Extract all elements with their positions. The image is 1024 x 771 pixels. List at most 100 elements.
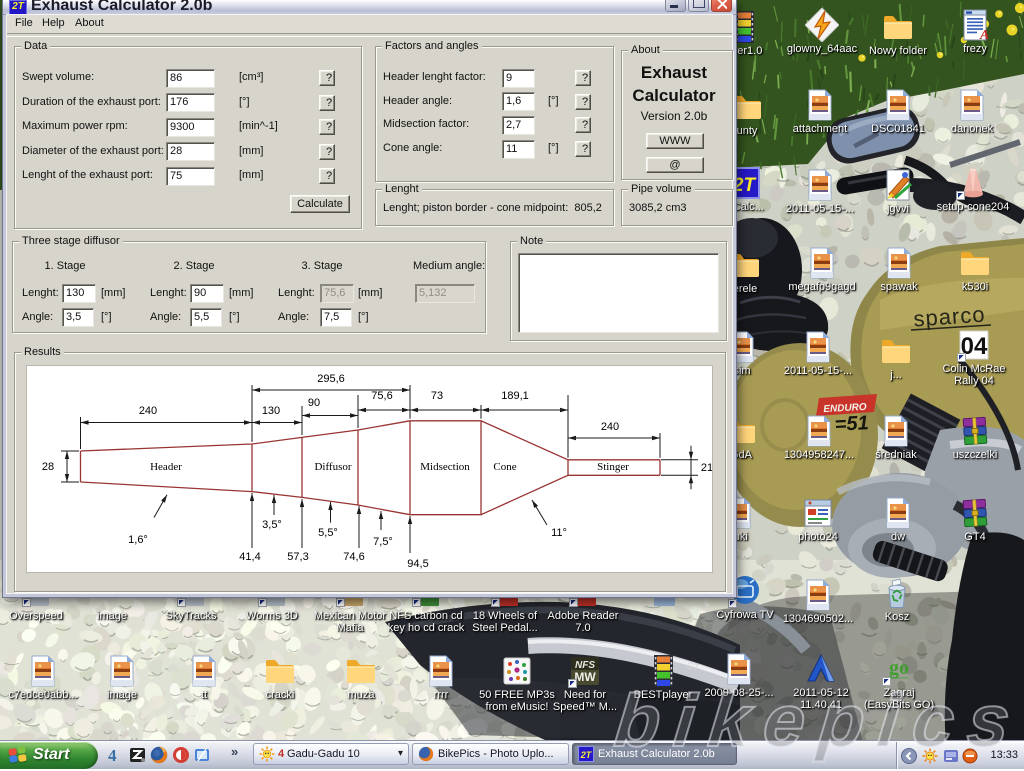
start-button[interactable]: Start bbox=[0, 742, 98, 769]
stage-length-input-0[interactable]: 130 bbox=[62, 284, 96, 303]
data-row-input-4[interactable]: 75 bbox=[166, 167, 215, 186]
data-row-help-button-4[interactable]: ? bbox=[319, 168, 335, 184]
tray-blue-app-icon[interactable] bbox=[943, 748, 959, 764]
desktop-icon-dsc01841[interactable]: DSC01841 bbox=[857, 88, 939, 135]
data-row-help-button-1[interactable]: ? bbox=[319, 95, 335, 111]
desktop-icon-spawak[interactable]: spawak bbox=[858, 246, 940, 293]
window-titlebar[interactable]: 2T Exhaust Calculator 2.0b bbox=[3, 0, 736, 15]
vdim-arrow-bottom-1 bbox=[689, 475, 693, 483]
note-textarea[interactable] bbox=[518, 253, 719, 333]
www-button[interactable]: WWW bbox=[646, 133, 704, 149]
task-label: Exhaust Calculator 2.0b bbox=[598, 748, 715, 760]
desktop-icon-label: 2011-05-15-... bbox=[777, 365, 859, 377]
desktop-icon-image[interactable]: image bbox=[71, 596, 153, 622]
icon-cmr04: 04 bbox=[957, 328, 991, 362]
task-dropdown-arrow[interactable]: ▾ bbox=[398, 748, 403, 759]
desktop-icon-jgvvi[interactable]: jgvvi bbox=[857, 168, 939, 215]
desktop-icon-need-for-speed-m-[interactable]: NFSMWNeed for Speed™ M... bbox=[544, 654, 626, 713]
desktop-icon-colin-mcrae-rally-04[interactable]: 04Colin McRae Rally 04 bbox=[933, 328, 1015, 387]
desktop-icon-unnamed-51[interactable] bbox=[621, 596, 703, 610]
desktop-icon-bestplayer[interactable]: BESTplayer bbox=[622, 654, 704, 701]
data-row-input-1[interactable]: 176 bbox=[166, 93, 215, 112]
desktop-icon-nfs-carbon-cd-key-ho-cd-crack[interactable]: NFS carbon cd key ho cd crack bbox=[385, 596, 467, 634]
factor-row-input-2[interactable]: 2,7 bbox=[502, 116, 535, 135]
factor-row-input-0[interactable]: 9 bbox=[502, 69, 535, 88]
desktop-icon-2011-05-15-[interactable]: 2011-05-15-... bbox=[779, 168, 861, 215]
desktop-icon-megafp9gagd[interactable]: megafp9gagd bbox=[781, 246, 863, 293]
task-button-gadu-gadu-10[interactable]: 4Gadu-Gadu 10▾ bbox=[253, 743, 409, 765]
desktop-icon-j-[interactable]: j... bbox=[855, 334, 937, 381]
quick-zoner-icon[interactable] bbox=[129, 746, 147, 764]
desktop-icon-attachment[interactable]: attachment bbox=[779, 88, 861, 135]
menu-item-file[interactable]: File bbox=[15, 17, 33, 29]
desktop-icon-nowy-folder[interactable]: Nowy folder bbox=[857, 10, 939, 57]
close-button[interactable] bbox=[711, 0, 732, 12]
stage-length-input-1[interactable]: 90 bbox=[190, 284, 224, 303]
desktop-icon-gt4[interactable]: GT4 bbox=[934, 496, 1016, 543]
desktop-icon-frezy[interactable]: Afrezy bbox=[934, 8, 1016, 55]
quick-4-icon[interactable]: 4 bbox=[108, 746, 126, 764]
data-row-input-0[interactable]: 86 bbox=[166, 69, 215, 88]
desktop-icon-image[interactable]: image bbox=[81, 654, 163, 701]
tray-gadu-sun-icon[interactable] bbox=[922, 748, 938, 764]
desktop-icon-muza[interactable]: muza bbox=[320, 654, 402, 701]
desktop-icon-photo24[interactable]: photo24 bbox=[777, 496, 859, 543]
desktop-icon-rrrr[interactable]: rrrr bbox=[400, 654, 482, 701]
desktop-icon-overspeed[interactable]: Overspeed bbox=[0, 596, 77, 622]
tray-orange-ball-icon[interactable] bbox=[962, 748, 978, 764]
quick-ie-icon[interactable] bbox=[193, 746, 211, 764]
desktop-icon-1304958247-[interactable]: 1304958247... bbox=[778, 414, 860, 461]
dim-arrow-left-5 bbox=[410, 408, 418, 412]
stage-angle-input-1[interactable]: 5,5 bbox=[190, 308, 222, 327]
desktop-icon-k530i[interactable]: k530i bbox=[934, 246, 1016, 293]
desktop-icon-2009-08-25-[interactable]: 2009-08-25-... bbox=[698, 652, 780, 699]
desktop-icon-cracki[interactable]: cracki bbox=[239, 654, 321, 701]
stage-angle-input-2[interactable]: 7,5 bbox=[320, 308, 352, 327]
desktop-icon-adobe-reader-7-0[interactable]: Adobe Reader 7.0 bbox=[542, 596, 624, 634]
desktop-icon-2011-05-15-[interactable]: 2011-05-15-... bbox=[777, 330, 859, 377]
desktop-icon-18-wheels-of-steel-pedal-[interactable]: 18 Wheels of Steel Pedal... bbox=[464, 596, 546, 634]
menu-item-about[interactable]: About bbox=[75, 17, 104, 29]
desktop-icon-1304690502-[interactable]: 1304690502... bbox=[777, 578, 859, 625]
data-row-help-button-3[interactable]: ? bbox=[319, 144, 335, 160]
data-row-help-button-0[interactable]: ? bbox=[319, 70, 335, 86]
factor-row-input-3[interactable]: 11 bbox=[502, 140, 535, 159]
desktop-icon-danonek[interactable]: danonek bbox=[931, 88, 1013, 135]
desktop-icon-2011-05-12-11-40-41[interactable]: 2011-05-12 11.40.41 bbox=[780, 652, 862, 711]
menu-item-help[interactable]: Help bbox=[42, 17, 65, 29]
desktop-icon--redniak[interactable]: średniak bbox=[855, 414, 937, 461]
desktop-icon-mexican-motor-mafia[interactable]: Mexican Motor Mafia bbox=[309, 596, 391, 634]
desktop-icon-label: Adobe Reader 7.0 bbox=[542, 610, 624, 634]
desktop-icon-zagraj-easybits-go-[interactable]: goZagraj (EasyBits GO) bbox=[858, 652, 940, 711]
desktop-icon-uszczelki[interactable]: uszczelki bbox=[934, 414, 1016, 461]
desktop-icon-setup-cone204[interactable]: setup-cone204 bbox=[932, 166, 1014, 213]
quick-firefox-icon[interactable] bbox=[150, 746, 168, 764]
task-button-exhaust-calculator-2-0b[interactable]: 2TExhaust Calculator 2.0b bbox=[572, 743, 737, 765]
data-row-input-2[interactable]: 9300 bbox=[166, 118, 215, 137]
desktop-icon-dw[interactable]: dw bbox=[857, 496, 939, 543]
desktop-icon-c7edce0abb-[interactable]: c7edce0abb... bbox=[2, 654, 84, 701]
task-button-bikepics-photo-uplo-[interactable]: BikePics - Photo Uplo... bbox=[412, 743, 569, 765]
desktop-icon-kosz[interactable]: Kosz bbox=[856, 576, 938, 623]
desktop-icon-tt[interactable]: tt bbox=[163, 654, 245, 701]
tray-hide-chevron-icon[interactable] bbox=[901, 748, 917, 764]
data-row-help-button-2[interactable]: ? bbox=[319, 119, 335, 135]
factor-row-help-button-1[interactable]: ? bbox=[575, 94, 591, 110]
minimize-button[interactable] bbox=[665, 0, 686, 12]
factor-row-help-button-2[interactable]: ? bbox=[575, 117, 591, 133]
maximize-button[interactable] bbox=[688, 0, 709, 12]
pipe-volume-text: 3085,2 cm3 bbox=[629, 202, 686, 214]
desktop-icon-worms-3d[interactable]: Worms 3D bbox=[231, 596, 313, 622]
stage-angle-input-0[interactable]: 3,5 bbox=[62, 308, 94, 327]
desktop-icon-glowny-64aac[interactable]: glowny_64aac bbox=[781, 8, 863, 55]
data-row-input-3[interactable]: 28 bbox=[166, 142, 215, 161]
factor-row-help-button-0[interactable]: ? bbox=[575, 70, 591, 86]
calculate-button[interactable]: Calculate bbox=[290, 195, 350, 213]
angle-label-3: 7,5° bbox=[373, 536, 393, 548]
factor-row-help-button-3[interactable]: ? bbox=[575, 141, 591, 157]
email-button[interactable]: @ bbox=[646, 157, 704, 173]
quick-opera-icon[interactable] bbox=[172, 746, 190, 764]
factor-row-input-1[interactable]: 1,6 bbox=[502, 92, 535, 111]
desktop-icon-skytracks[interactable]: SkyTracks bbox=[150, 596, 232, 622]
quick-launch-chevron[interactable]: » bbox=[231, 744, 238, 759]
